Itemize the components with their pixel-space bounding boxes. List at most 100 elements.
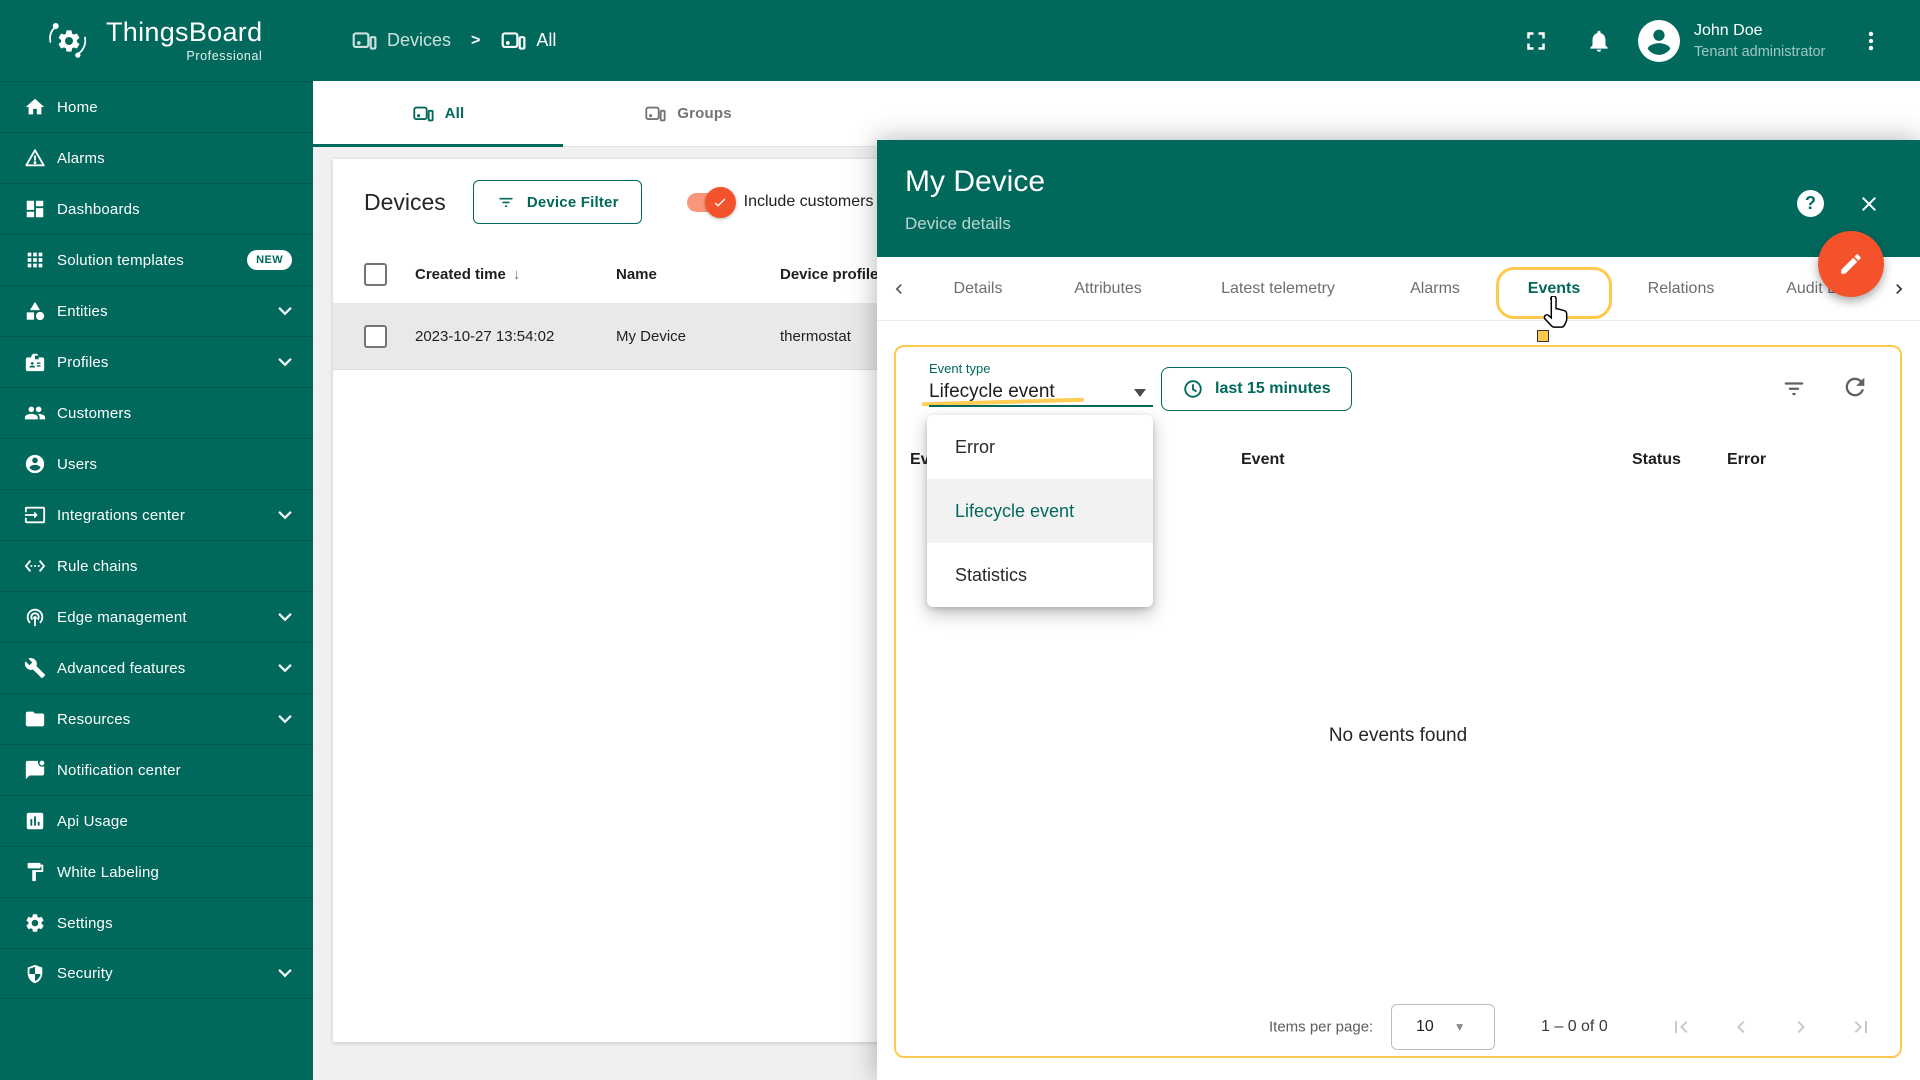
devices-icon [412,103,434,125]
sidebar-item-resources[interactable]: Resources [0,693,313,744]
filter-icon [496,192,516,212]
sidebar-item-customers[interactable]: Customers [0,387,313,438]
people-icon [24,402,46,424]
sidebar-item-settings[interactable]: Settings [0,897,313,948]
fullscreen-icon[interactable] [1521,26,1551,56]
cell-created-time: 2023-10-27 13:54:02 [415,327,555,345]
tab-alarms[interactable]: Alarms [1410,257,1460,320]
tab-label: All [444,105,465,122]
sidebar-item-home[interactable]: Home [0,81,313,132]
select-all-checkbox[interactable] [364,262,387,286]
toggle-check-icon [704,186,736,218]
entity-group-tabbar: All Groups [313,81,1920,147]
sidebar-item-solution-templates[interactable]: Solution templates NEW [0,234,313,285]
column-created-time[interactable]: Created time [415,266,506,283]
sidebar-item-label: Solution templates [57,251,185,269]
breadcrumb-label: All [536,30,557,50]
sidebar-item-notification-center[interactable]: Notification center [0,744,313,795]
user-avatar[interactable] [1638,19,1680,62]
help-icon[interactable]: ? [1797,190,1824,217]
entities-icon [24,300,46,322]
tabs-scroll-right-icon[interactable] [1889,257,1909,320]
dropdown-option-statistics[interactable]: Statistics [927,543,1153,607]
tab-label: Groups [677,105,732,122]
breadcrumb-devices[interactable]: Devices [351,28,451,54]
sidebar-item-dashboards[interactable]: Dashboards [0,183,313,234]
user-info[interactable]: John Doe Tenant administrator [1694,22,1825,60]
chevron-down-icon [278,357,292,367]
sidebar-item-security[interactable]: Security [0,948,313,999]
column-name[interactable]: Name [616,266,780,283]
notifications-bell-icon[interactable] [1586,28,1612,54]
select-arrow-icon[interactable] [1134,389,1146,397]
chevron-down-icon [278,969,292,978]
row-checkbox[interactable] [364,324,387,348]
device-details-panel: My Device Device details ? Details Attri… [877,140,1920,1080]
chat-notification-icon [24,759,46,781]
thingsboard-logo-icon [46,18,92,64]
sort-desc-icon[interactable]: ↓ [513,266,521,283]
code-icon [24,555,46,577]
last-page-icon[interactable] [1849,1015,1873,1039]
sidebar: ThingsBoard Professional Home Alarms Das… [0,0,313,1080]
sidebar-item-users[interactable]: Users [0,438,313,489]
tabs-scroll-left-icon[interactable] [889,257,909,320]
events-filter-icon[interactable] [1780,373,1808,401]
devices-icon [500,28,526,54]
tab-details[interactable]: Details [954,257,1003,320]
sidebar-item-rule-chains[interactable]: Rule chains [0,540,313,591]
dropdown-option-error[interactable]: Error [927,415,1153,479]
breadcrumb-label: Devices [387,30,452,50]
sidebar-item-label: Users [57,455,98,473]
items-per-page-value: 10 [1416,1018,1434,1035]
time-window-label: last 15 minutes [1215,380,1331,397]
chart-icon [24,810,46,832]
sidebar-item-label: Resources [57,710,131,728]
sidebar-item-advanced-features[interactable]: Advanced features [0,642,313,693]
chevron-down-icon [278,714,292,724]
items-per-page-label: Items per page: [1269,1018,1374,1036]
tab-events[interactable]: Events [1528,257,1580,320]
event-type-label: Event type [929,361,991,376]
items-per-page-select[interactable]: 10 ▼ [1391,1004,1495,1050]
sidebar-item-label: Dashboards [57,200,140,218]
time-window-button[interactable]: last 15 minutes [1161,367,1352,411]
sidebar-item-label: Edge management [57,608,187,626]
sidebar-item-api-usage[interactable]: Api Usage [0,795,313,846]
device-filter-label: Device Filter [526,193,619,211]
sidebar-item-integrations-center[interactable]: Integrations center [0,489,313,540]
events-content: Event type Lifecycle event last 15 minut… [894,345,1902,1058]
apps-grid-icon [24,249,46,271]
antenna-icon [24,606,46,628]
sidebar-item-alarms[interactable]: Alarms [0,132,313,183]
sidebar-item-label: Customers [57,404,132,422]
device-filter-button[interactable]: Device Filter [472,180,642,224]
prev-page-icon[interactable] [1729,1015,1753,1039]
panel-tabbar: Details Attributes Latest telemetry Alar… [877,257,1920,437]
devices-icon [644,103,666,125]
breadcrumb-all[interactable]: All [500,28,556,54]
dropdown-option-lifecycle-event[interactable]: Lifecycle event [927,479,1153,543]
tab-latest-telemetry[interactable]: Latest telemetry [1221,257,1335,320]
edit-fab-button[interactable] [1818,231,1884,297]
sidebar-item-white-labeling[interactable]: White Labeling [0,846,313,897]
tab-all[interactable]: All [313,81,563,147]
paginator: Items per page: 10 ▼ 1 – 0 of 0 [896,997,1900,1057]
first-page-icon[interactable] [1669,1015,1693,1039]
sidebar-item-edge-management[interactable]: Edge management [0,591,313,642]
top-header: Devices > All John Doe Tenant administra… [313,0,1920,81]
kebab-menu-icon[interactable] [1858,28,1884,54]
sidebar-item-profiles[interactable]: Profiles [0,336,313,387]
tab-groups[interactable]: Groups [563,81,813,146]
app-logo[interactable]: ThingsBoard Professional [0,0,313,81]
panel-header: My Device Device details ? [877,140,1920,257]
tab-attributes[interactable]: Attributes [1074,257,1142,320]
refresh-icon[interactable] [1841,373,1869,401]
include-customers-toggle[interactable] [686,186,736,218]
user-role: Tenant administrator [1694,43,1826,60]
sidebar-item-entities[interactable]: Entities [0,285,313,336]
close-icon[interactable] [1857,192,1881,216]
chevron-down-icon [278,663,292,673]
next-page-icon[interactable] [1789,1015,1813,1039]
tab-relations[interactable]: Relations [1648,257,1715,320]
